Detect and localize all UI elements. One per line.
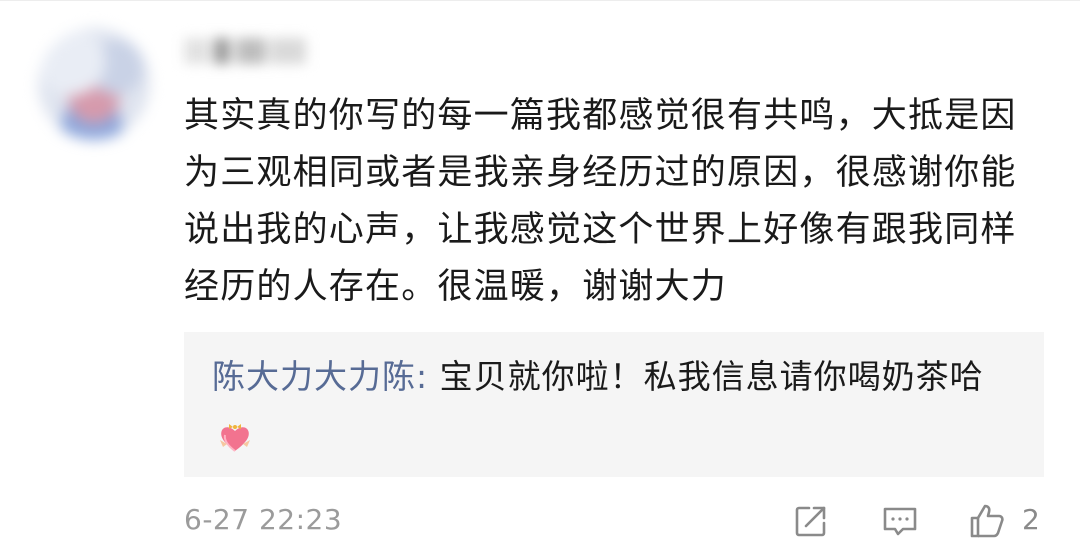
comment-card: 其实真的你写的每一篇我都感觉很有共鸣，大抵是因为三观相同或者是我亲身经历过的原因… xyxy=(0,0,1080,557)
share-external-icon[interactable] xyxy=(792,502,830,540)
reply-separator: : xyxy=(416,357,440,396)
username-blurred[interactable] xyxy=(184,30,309,72)
avatar[interactable] xyxy=(38,28,150,140)
author-reply: 陈大力大力陈: 宝贝就你啦！私我信息请你喝奶茶哈 xyxy=(184,332,1044,477)
comment-reply-icon[interactable] xyxy=(881,502,919,540)
divider xyxy=(0,0,1080,1)
reply-content: 陈大力大力陈: 宝贝就你啦！私我信息请你喝奶茶哈 xyxy=(212,349,1016,461)
reply-author-name[interactable]: 陈大力大力陈 xyxy=(212,357,416,396)
comment-timestamp: 6-27 22:23 xyxy=(184,503,343,536)
heart-with-ribbon-icon xyxy=(218,415,252,452)
comment-footer: 6-27 22:23 2 xyxy=(184,500,1044,540)
reply-text: 宝贝就你啦！私我信息请你喝奶茶哈 xyxy=(439,357,984,396)
comment-text: 其实真的你写的每一篇我都感觉很有共鸣，大抵是因为三观相同或者是我亲身经历过的原因… xyxy=(184,96,1017,307)
like-count: 2 xyxy=(1022,503,1040,536)
thumbs-up-icon[interactable] xyxy=(968,502,1006,540)
